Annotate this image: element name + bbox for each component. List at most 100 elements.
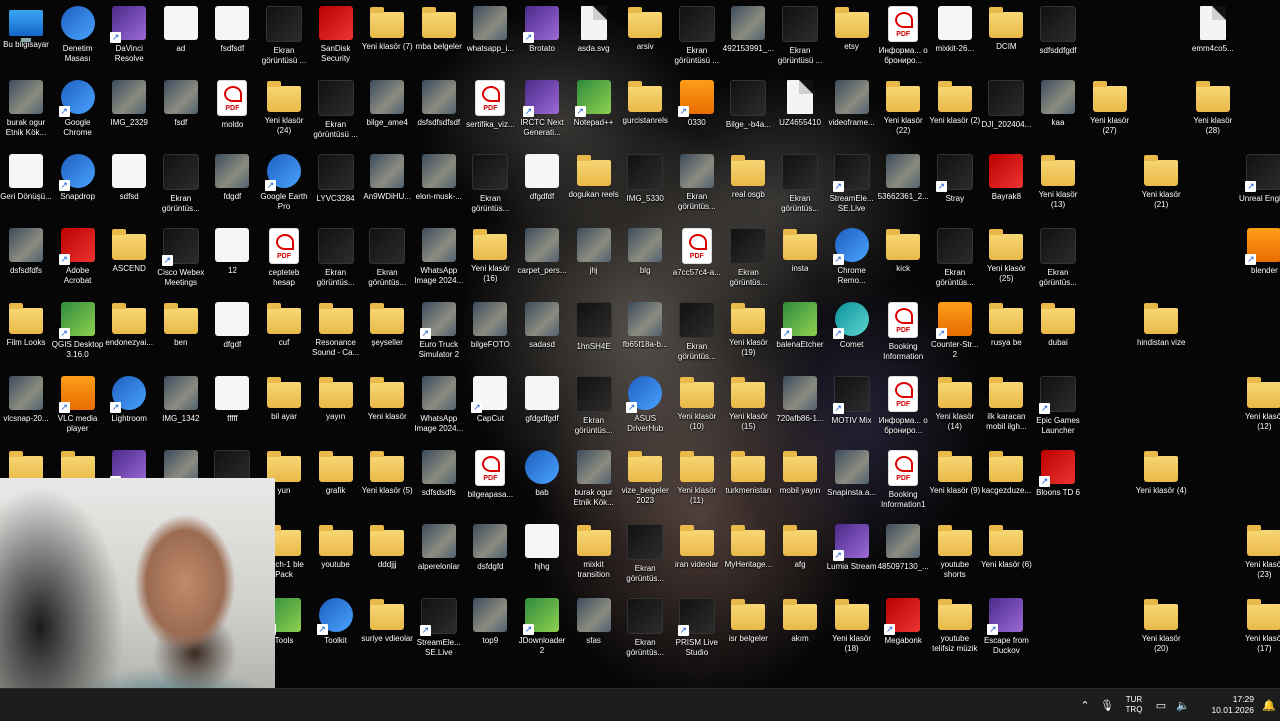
- desktop-icon[interactable]: Yeni klasör (4): [1135, 450, 1187, 496]
- desktop-icon[interactable]: Comet: [826, 302, 878, 350]
- desktop-icon[interactable]: bab: [516, 450, 568, 498]
- desktop-icon[interactable]: fsdfsdf: [206, 6, 258, 54]
- desktop-icon[interactable]: Ekran görüntüs...: [619, 524, 671, 584]
- desktop-icon[interactable]: dfgdfdf: [516, 154, 568, 202]
- desktop-icon[interactable]: 1hnSH4E: [568, 302, 620, 352]
- desktop-icon[interactable]: WhatsApp Image 2024...: [413, 228, 465, 286]
- desktop-icon[interactable]: vlcsnap-20...: [0, 376, 52, 424]
- desktop-icon[interactable]: carpet_pers...: [516, 228, 568, 276]
- desktop-icon[interactable]: mixkit-26...: [929, 6, 981, 54]
- desktop-icon[interactable]: Megabonk: [877, 598, 929, 646]
- desktop-icon[interactable]: a7cc57c4-a...: [671, 228, 723, 278]
- desktop-icon[interactable]: dogukan reels: [568, 154, 620, 200]
- desktop-icon[interactable]: Counter-Str... 2: [929, 302, 981, 360]
- desktop-icon[interactable]: Yeni klasör: [361, 376, 413, 422]
- desktop-icon[interactable]: Ekran görüntüs...: [464, 154, 516, 214]
- desktop-icon[interactable]: Geri Dönüşü...: [0, 154, 52, 202]
- desktop-icon[interactable]: Snapinsta.a...: [826, 450, 878, 498]
- desktop-icon[interactable]: Notepad++: [568, 80, 620, 128]
- desktop-icon[interactable]: grafik: [310, 450, 362, 496]
- desktop-icon[interactable]: Yeni klasör (19): [722, 302, 774, 358]
- desktop-icon[interactable]: 12: [206, 228, 258, 276]
- language-indicator[interactable]: TUR TRQ: [1118, 695, 1150, 715]
- desktop-icon[interactable]: Bayrak8: [980, 154, 1032, 202]
- desktop-icon[interactable]: Epic Games Launcher: [1032, 376, 1084, 436]
- desktop-icon[interactable]: insta: [774, 228, 826, 274]
- notification-icon[interactable]: 🔔: [1258, 699, 1280, 712]
- desktop-icon[interactable]: bilgeFOTO: [464, 302, 516, 350]
- desktop-icon[interactable]: Yeni klasör (9): [929, 450, 981, 496]
- desktop-icon[interactable]: Chrome Remo...: [826, 228, 878, 286]
- desktop-icon[interactable]: VLC media player: [52, 376, 104, 434]
- desktop-icon[interactable]: sdfsddfgdf: [1032, 6, 1084, 56]
- desktop-icon[interactable]: Yeni klasör (25): [980, 228, 1032, 284]
- desktop-icon[interactable]: QGIS Desktop 3.16.0: [52, 302, 104, 360]
- desktop-icon[interactable]: ben: [155, 302, 207, 348]
- desktop-icon[interactable]: dubai: [1032, 302, 1084, 348]
- desktop-icon[interactable]: Yeni klasör (7): [361, 6, 413, 52]
- desktop-icon[interactable]: 485097130_...: [877, 524, 929, 572]
- desktop-icon[interactable]: kick: [877, 228, 929, 274]
- desktop-icon[interactable]: Ekran görüntüs...: [929, 228, 981, 288]
- desktop-icon[interactable]: Ekran görüntüs...: [361, 228, 413, 288]
- desktop-icon[interactable]: Ekran görüntüsü ...: [774, 6, 826, 66]
- desktop-icon[interactable]: mobil yayın: [774, 450, 826, 496]
- desktop-icon[interactable]: Brotato: [516, 6, 568, 54]
- desktop-icon[interactable]: Ekran görüntüs...: [619, 598, 671, 658]
- desktop-icon[interactable]: ASCEND: [103, 228, 155, 274]
- desktop-icon[interactable]: Ekran görüntüs...: [722, 228, 774, 288]
- desktop-icon[interactable]: Bilge_-b4a...: [722, 80, 774, 130]
- desktop-icon[interactable]: youtube shorts: [929, 524, 981, 580]
- desktop-icon[interactable]: fffff: [206, 376, 258, 424]
- volume-icon[interactable]: 🔈: [1172, 699, 1194, 712]
- desktop-icon[interactable]: Ekran görüntüs...: [568, 376, 620, 436]
- desktop-icon[interactable]: Lightroom: [103, 376, 155, 424]
- desktop-icon[interactable]: sadasd: [516, 302, 568, 350]
- desktop-icon[interactable]: ad: [155, 6, 207, 54]
- desktop-icon[interactable]: akım: [774, 598, 826, 644]
- desktop-icon[interactable]: cuf: [258, 302, 310, 348]
- network-icon[interactable]: ▭: [1150, 699, 1172, 712]
- desktop-icon[interactable]: MyHeritage...: [722, 524, 774, 570]
- desktop-icon[interactable]: SanDisk Security: [310, 6, 362, 64]
- microphone-icon[interactable]: 🎙: [1096, 699, 1118, 712]
- desktop-icon[interactable]: rusya be: [980, 302, 1032, 348]
- desktop-icon[interactable]: bilgeapasa...: [464, 450, 516, 500]
- desktop-icon[interactable]: Yeni klasör (6): [980, 524, 1032, 570]
- desktop-icon[interactable]: gfdgdfgdf: [516, 376, 568, 424]
- desktop-icon[interactable]: cepteteb hesap: [258, 228, 310, 288]
- desktop-icon[interactable]: Yeni klasör (5): [361, 450, 413, 496]
- desktop-icon[interactable]: Google Earth Pro: [258, 154, 310, 212]
- desktop-icon[interactable]: turkmenistan: [722, 450, 774, 496]
- desktop-icon[interactable]: IMG_5330: [619, 154, 671, 204]
- desktop-icon[interactable]: Yeni klasör (20): [1135, 598, 1187, 654]
- desktop-icon[interactable]: arsiv: [619, 6, 671, 52]
- desktop-icon[interactable]: Yeni klasör (22): [877, 80, 929, 136]
- desktop-icon[interactable]: Snapdrop: [52, 154, 104, 202]
- desktop-icon[interactable]: yayın: [310, 376, 362, 422]
- desktop-icon[interactable]: jhj: [568, 228, 620, 276]
- desktop-icon[interactable]: burak ogur Etnik Kök...: [0, 80, 52, 138]
- desktop-icon[interactable]: Bu bilgisayar: [0, 6, 52, 50]
- desktop-icon[interactable]: Bloons TD 6: [1032, 450, 1084, 498]
- desktop-icon[interactable]: asda.svg: [568, 6, 620, 54]
- desktop-icon[interactable]: DJI_202404...: [980, 80, 1032, 130]
- desktop-icon[interactable]: StreamEle... SE.Live: [413, 598, 465, 658]
- desktop-icon[interactable]: Denetim Masası: [52, 6, 104, 64]
- desktop-icon[interactable]: dsfsdfdfs: [0, 228, 52, 276]
- desktop-icon[interactable]: dfgdf: [206, 302, 258, 350]
- desktop-icon[interactable]: afg: [774, 524, 826, 570]
- desktop-icon[interactable]: 53662361_2...: [877, 154, 929, 202]
- desktop-icon[interactable]: ilk karacan mobil ilgh...: [980, 376, 1032, 432]
- desktop-icon[interactable]: Toolkit: [310, 598, 362, 646]
- desktop-icon[interactable]: mba belgeler: [413, 6, 465, 52]
- desktop-icon[interactable]: ASUS DriverHub: [619, 376, 671, 434]
- desktop-icon[interactable]: Yeni klasör (28): [1187, 80, 1239, 136]
- desktop-icon[interactable]: Yeni klasör (16): [464, 228, 516, 284]
- desktop-icon[interactable]: IMG_2329: [103, 80, 155, 128]
- desktop-icon[interactable]: sdfsdsdfs: [413, 450, 465, 498]
- desktop-icon[interactable]: etsy: [826, 6, 878, 52]
- desktop-icon[interactable]: 492153991_...: [722, 6, 774, 54]
- desktop-icon[interactable]: endonezyai...: [103, 302, 155, 348]
- desktop-icon[interactable]: hjhg: [516, 524, 568, 572]
